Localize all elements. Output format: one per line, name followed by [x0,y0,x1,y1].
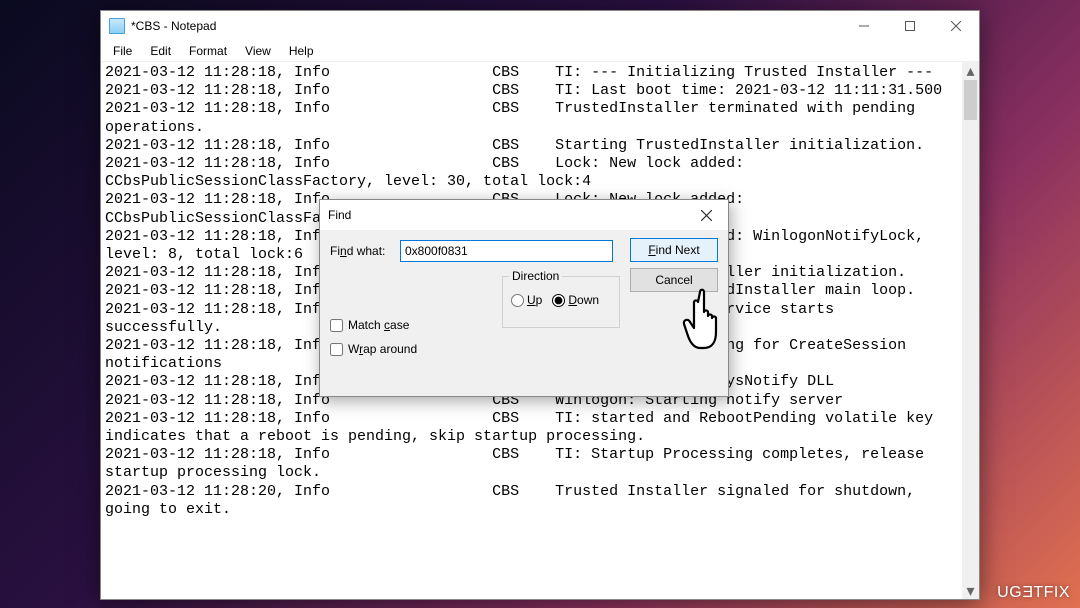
find-what-label: Find what: [330,244,392,258]
menubar: File Edit Format View Help [101,41,979,61]
find-next-button[interactable]: Find Next [630,238,718,262]
maximize-button[interactable] [887,11,933,41]
minimize-button[interactable] [841,11,887,41]
window-title: *CBS - Notepad [131,19,216,33]
menu-file[interactable]: File [105,43,140,59]
watermark: UGETFIX [997,584,1070,602]
notepad-icon [109,18,125,34]
find-titlebar[interactable]: Find [320,200,728,230]
direction-label: Direction [509,269,562,283]
scroll-up-arrow-icon[interactable]: ▴ [962,62,979,79]
find-close-button[interactable] [684,200,728,230]
titlebar[interactable]: *CBS - Notepad [101,11,979,41]
direction-group: Direction Up Down [502,276,620,328]
match-case-checkbox[interactable]: Match case [330,318,417,332]
find-title-text: Find [328,208,351,222]
cancel-button[interactable]: Cancel [630,268,718,292]
direction-down-radio[interactable]: Down [552,293,599,307]
menu-edit[interactable]: Edit [142,43,179,59]
direction-up-radio[interactable]: Up [511,293,542,307]
scroll-down-arrow-icon[interactable]: ▾ [962,582,979,599]
find-dialog: Find Find what: Find Next Cancel Directi… [319,199,729,397]
find-what-input[interactable] [400,240,613,262]
menu-help[interactable]: Help [281,43,322,59]
close-button[interactable] [933,11,979,41]
scroll-thumb[interactable] [964,80,977,120]
menu-format[interactable]: Format [181,43,235,59]
wrap-around-checkbox[interactable]: Wrap around [330,342,417,356]
vertical-scrollbar[interactable]: ▴ ▾ [962,62,979,599]
menu-view[interactable]: View [237,43,279,59]
